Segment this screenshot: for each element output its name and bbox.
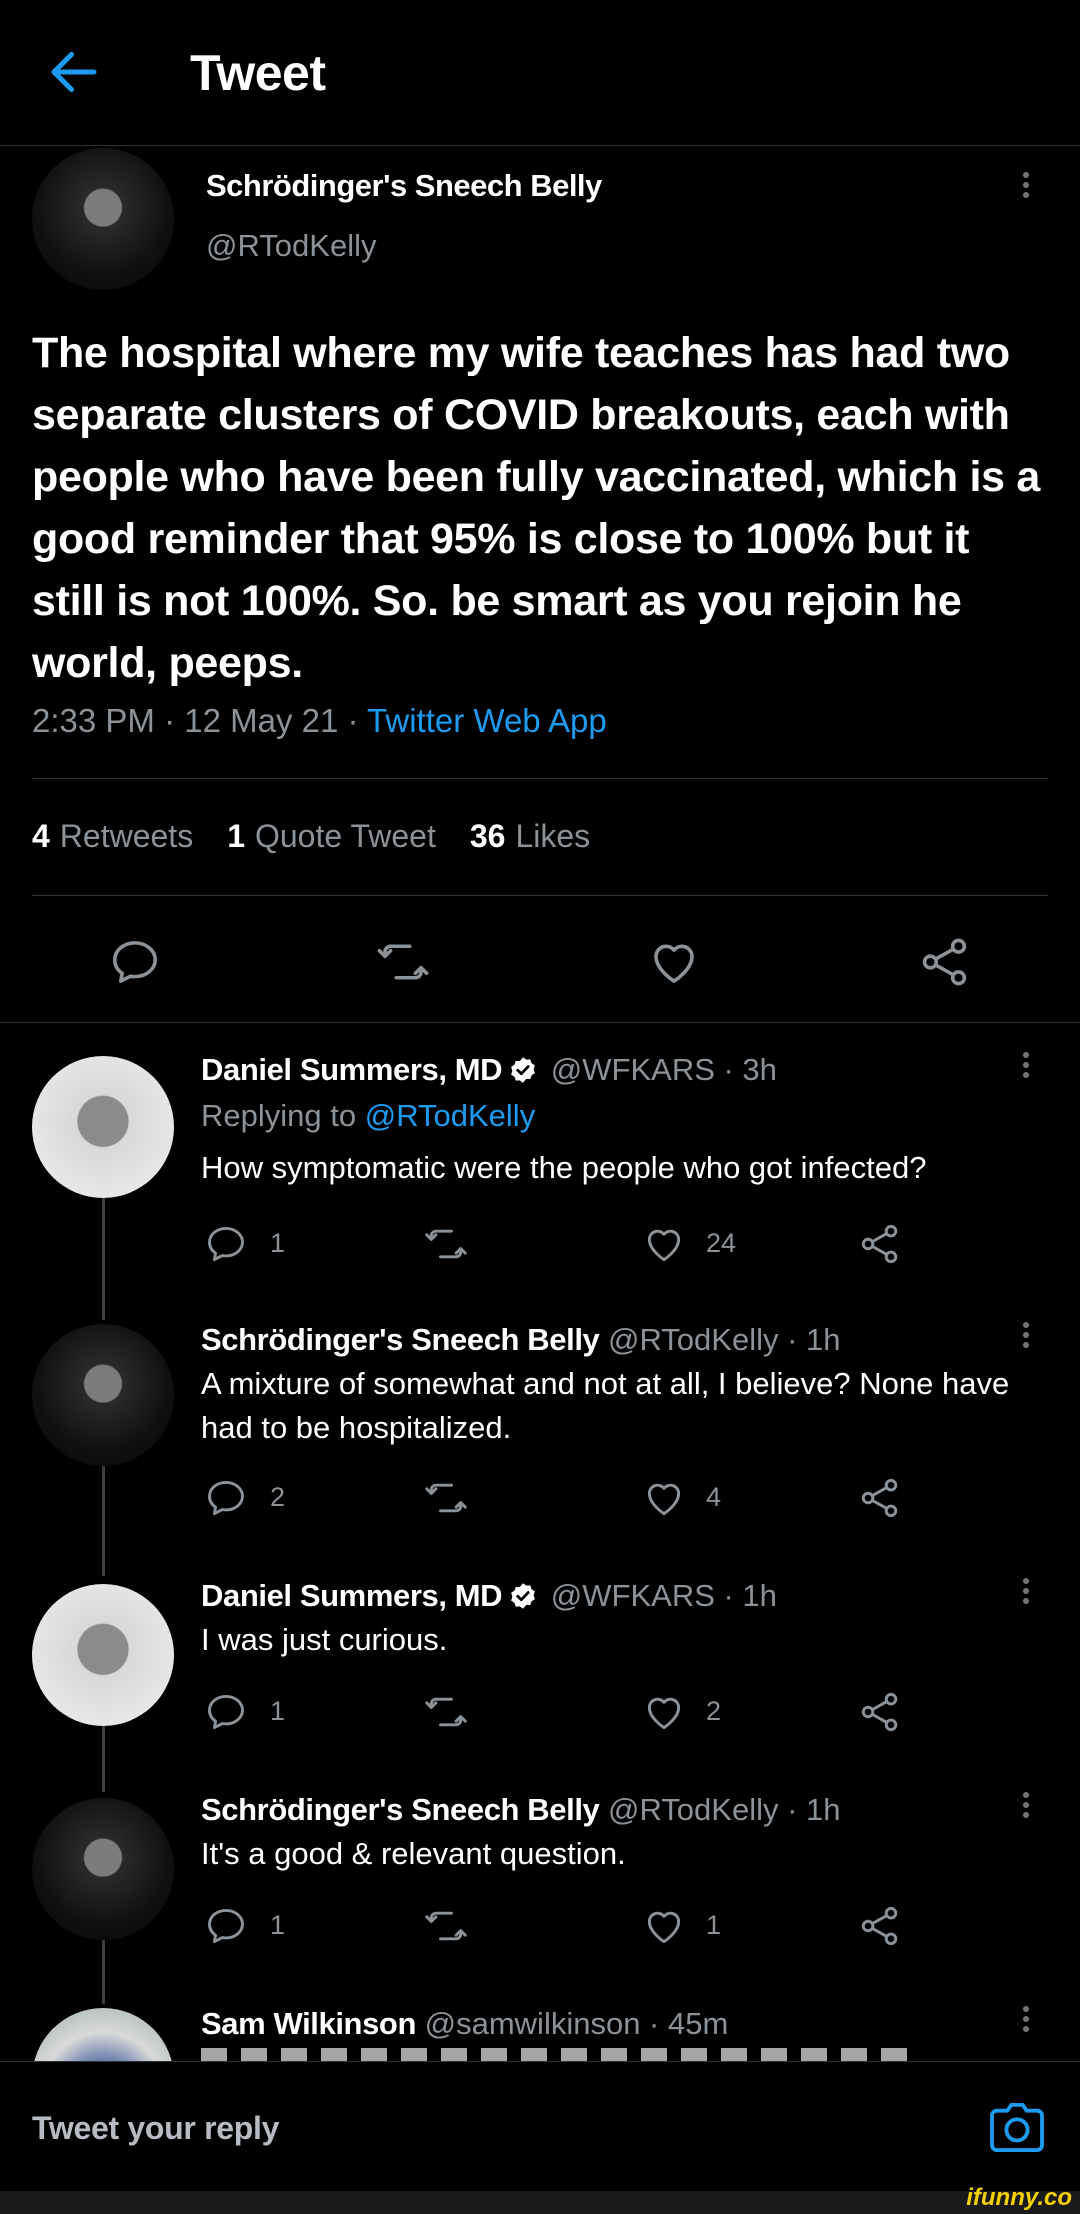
verified-badge-icon [508,1055,538,1085]
reply-icon[interactable] [204,1476,248,1520]
more-options-icon[interactable] [1016,1318,1036,1358]
reply-author-name[interactable]: Daniel Summers, MD [201,1578,503,1613]
reply-count: 1 [270,1696,286,1726]
reply-header: Sam Wilkinson @samwilkinson · 45m [201,2006,728,2042]
reply-text-cutoff [201,2048,921,2062]
tweet-time: 2:33 PM · 12 May 21 · [32,702,368,739]
reply-header: Schrödinger's Sneech Belly @RTodKelly · … [201,1792,841,1828]
reply-author-name[interactable]: Schrödinger's Sneech Belly [201,1792,600,1827]
reply-icon[interactable] [204,1690,248,1734]
watermark: ifunny.co [966,2184,1072,2211]
tweet-meta: 2:33 PM · 12 May 21 · Twitter Web App [32,702,607,740]
like-icon[interactable] [642,1222,686,1266]
like-icon[interactable] [642,1476,686,1520]
thread-connector [102,1466,105,1576]
reply-author-name[interactable]: Sam Wilkinson [201,2006,416,2041]
likes-stat[interactable]: 36 Likes [470,818,590,855]
reply-handle-time[interactable]: @RTodKelly · 1h [608,1792,841,1827]
retweet-icon[interactable] [376,935,430,989]
reply-text: It's a good & relevant question. [201,1836,626,1871]
reply-avatar[interactable] [32,1798,174,1940]
reply-header: Daniel Summers, MD @WFKARS · 1h [201,1578,777,1614]
replying-to: Replying to @RTodKelly [201,1098,536,1133]
mention-link[interactable]: @RTodKelly [365,1098,535,1133]
thread-connector [102,1198,105,1320]
like-count: 24 [706,1228,737,1258]
like-count: 1 [706,1910,722,1940]
thread-connector [102,1726,105,1792]
share-icon[interactable] [858,1690,902,1734]
author-avatar[interactable] [32,148,174,290]
reply-icon[interactable] [108,935,162,989]
more-options-icon[interactable] [1016,2002,1036,2042]
tweet-text: The hospital where my wife teaches has h… [32,329,1041,687]
reply-handle-time[interactable]: @RTodKelly · 1h [608,1322,841,1357]
reply-icon[interactable] [204,1222,248,1266]
reply-input[interactable]: Tweet your reply [32,2110,279,2147]
reply-handle-time[interactable]: @WFKARS · 1h [551,1578,777,1613]
retweet-icon[interactable] [424,1690,468,1734]
reply-header: Daniel Summers, MD @WFKARS · 3h [201,1052,777,1088]
top-bar: Tweet [0,0,1080,146]
thread-connector [102,1940,105,2004]
reply-author-name[interactable]: Daniel Summers, MD [201,1052,503,1087]
tweet-source-link[interactable]: Twitter Web App [367,702,607,739]
reply-author-name[interactable]: Schrödinger's Sneech Belly [201,1322,600,1357]
more-options-icon[interactable] [1016,1788,1036,1828]
reply-avatar[interactable] [32,1324,174,1466]
divider [0,1022,1080,1023]
like-count: 2 [706,1696,722,1726]
reply-icon[interactable] [204,1904,248,1948]
reply-count: 1 [270,1910,286,1940]
reply-count: 1 [270,1228,286,1258]
more-options-icon[interactable] [1016,1574,1036,1614]
more-options-icon[interactable] [1016,1048,1036,1088]
reply-header: Schrödinger's Sneech Belly @RTodKelly · … [201,1322,841,1358]
like-icon[interactable] [642,1904,686,1948]
share-icon[interactable] [858,1222,902,1266]
reply-text: How symptomatic were the people who got … [201,1150,927,1185]
reply-handle-time[interactable]: @samwilkinson · 45m [425,2006,729,2041]
like-count: 4 [706,1482,722,1512]
reply-handle-time[interactable]: @WFKARS · 3h [551,1052,777,1087]
reply-text: A mixture of somewhat and not at all, I … [201,1366,1010,1445]
share-icon[interactable] [918,935,972,989]
share-icon[interactable] [858,1904,902,1948]
reply-text: I was just curious. [201,1622,448,1657]
page-title: Tweet [190,45,326,101]
reply-avatar[interactable] [32,1584,174,1726]
share-icon[interactable] [858,1476,902,1520]
retweet-icon[interactable] [424,1222,468,1266]
divider [32,895,1048,896]
reply-count: 2 [270,1482,286,1512]
engagement-stats: 4 Retweets 1 Quote Tweet 36 Likes [32,818,590,855]
quotes-stat[interactable]: 1 Quote Tweet [227,818,436,855]
camera-icon[interactable] [990,2102,1044,2152]
reply-composer: Tweet your reply [0,2061,1080,2191]
retweets-stat[interactable]: 4 Retweets [32,818,193,855]
author-name[interactable]: Schrödinger's Sneech Belly [206,168,602,204]
author-handle[interactable]: @RTodKelly [206,228,376,264]
retweet-icon[interactable] [424,1476,468,1520]
divider [32,778,1048,779]
arrow-left-icon[interactable] [44,42,104,102]
like-icon[interactable] [642,1690,686,1734]
verified-badge-icon [508,1581,538,1611]
more-options-icon[interactable] [1016,168,1036,208]
like-icon[interactable] [647,935,701,989]
reply-avatar[interactable] [32,1056,174,1198]
retweet-icon[interactable] [424,1904,468,1948]
bottom-strip [0,2191,1080,2214]
